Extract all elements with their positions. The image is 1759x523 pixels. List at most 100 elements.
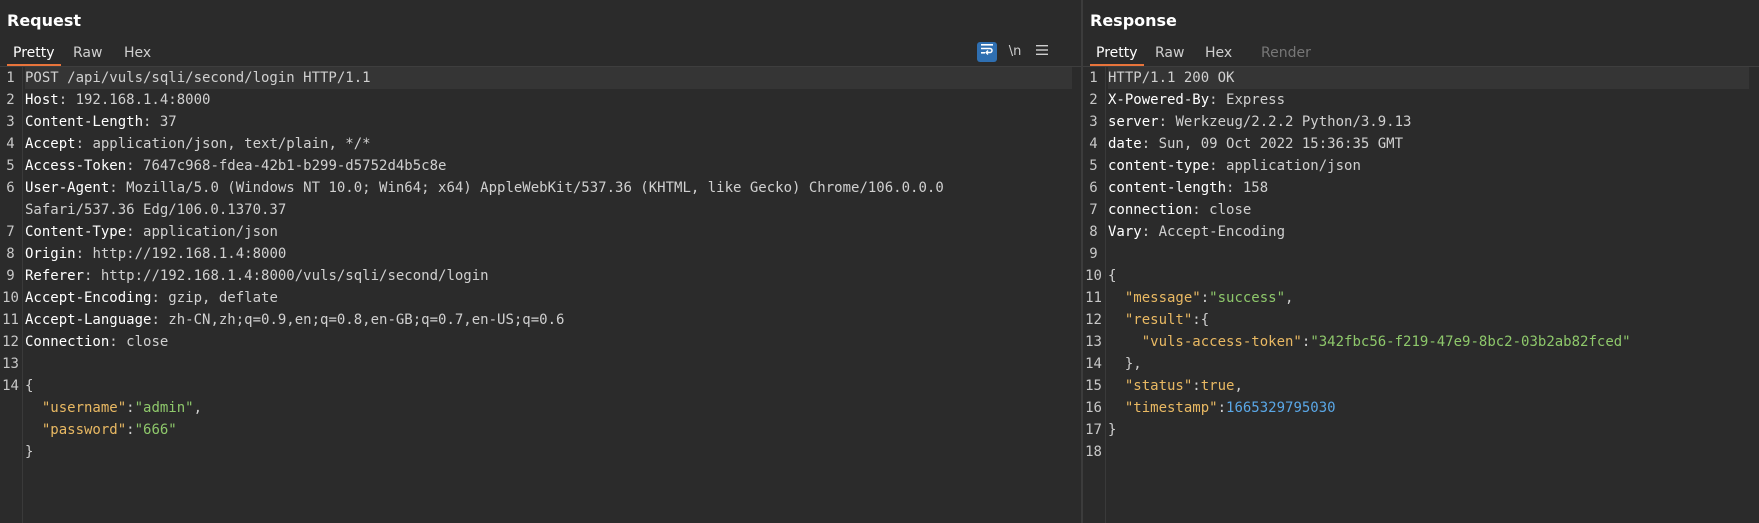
json-value: 1665329795030 [1226,400,1336,416]
line-text: User-Agent: Mozilla/5.0 (Windows NT 10.0… [25,177,1072,199]
header-value: Accept-Encoding [1158,224,1286,240]
request-lines: 1 POST /api/vuls/sqli/second/login HTTP/1… [0,67,1082,463]
header-name: User-Agent [25,180,110,196]
response-pane: Response Pretty Raw Hex Render 1 HTTP/1.1… [1083,0,1759,523]
header-value: gzip, deflate [168,290,278,306]
header-separator: : [151,290,169,306]
line-text: "timestamp":1665329795030 [1108,397,1749,419]
code-line: 11 "message":"success", [1083,287,1759,309]
line-text: content-type: application/json [1108,155,1749,177]
wrap-lines-icon[interactable] [977,42,997,62]
line-number: 9 [6,268,15,284]
tab-hex[interactable]: Hex [1199,42,1238,64]
code-line: 7 Content-Type: application/json [0,221,1082,243]
tab-raw[interactable]: Raw [67,42,108,64]
line-text: "status":true, [1108,375,1749,397]
code-line: 6 content-length: 158 [1083,177,1759,199]
code-line: 8 Origin: http://192.168.1.4:8000 [0,243,1082,265]
json-tail: , [193,400,203,416]
json-key: "password" [41,422,127,438]
line-content: Safari/537.36 Edg/106.0.1370.37 [25,202,287,218]
line-text: POST /api/vuls/sqli/second/login HTTP/1.… [25,67,1072,89]
line-text: Access-Token: 7647c968-fdea-42b1-b299-d5… [25,155,1072,177]
header-value: http://192.168.1.4:8000/vuls/sqli/second… [100,268,489,284]
line-number: 15 [1085,378,1102,394]
request-title: Request [7,11,82,30]
header-value: Werkzeug/2.2.2 Python/3.9.13 [1175,114,1412,130]
code-line: 11 Accept-Language: zh-CN,zh;q=0.9,en;q=0… [0,309,1082,331]
line-number: 18 [1085,444,1102,460]
header-separator: : [1141,224,1159,240]
line-text: Safari/537.36 Edg/106.0.1370.37 [25,199,1072,221]
request-pane: Request Pretty Raw Hex \n 1 POST /api/vul… [0,0,1082,523]
line-number: 5 [1089,158,1098,174]
header-separator: : [1141,136,1159,152]
code-line: 2 X-Powered-By: Express [1083,89,1759,111]
line-number: 12 [1085,312,1102,328]
code-line: 14 { [0,375,1082,397]
json-colon: : [1192,378,1201,394]
line-number: 8 [6,246,15,262]
response-editor[interactable]: 1 HTTP/1.1 200 OK 2 X-Powered-By: Express 3 s… [1083,67,1759,523]
json-key: "message" [1124,290,1201,306]
line-number: 2 [1089,92,1098,108]
json-value: "666" [134,422,177,438]
header-separator: : [1209,92,1227,108]
header-separator: : [84,268,101,284]
code-line: 4 date: Sun, 09 Oct 2022 15:36:35 GMT [1083,133,1759,155]
line-text: date: Sun, 09 Oct 2022 15:36:35 GMT [1108,133,1749,155]
json-value: "success" [1209,290,1286,306]
line-text: Connection: close [25,331,1072,353]
code-line: 10 { [1083,265,1759,287]
json-value: true [1200,378,1235,394]
json-value: "342fbc56-f219-47e9-8bc2-03b2ab82fced" [1310,334,1631,350]
header-separator: : [58,92,76,108]
line-text: Vary: Accept-Encoding [1108,221,1749,243]
line-number: 3 [6,114,15,130]
hamburger-menu-icon[interactable] [1032,42,1052,62]
tab-pretty[interactable]: Pretty [1090,42,1144,66]
line-text: server: Werkzeug/2.2.2 Python/3.9.13 [1108,111,1749,133]
line-text: Origin: http://192.168.1.4:8000 [25,243,1072,265]
code-line: 5 Access-Token: 7647c968-fdea-42b1-b299-d… [0,155,1082,177]
header-separator: : [143,114,160,130]
header-separator: : [1192,202,1210,218]
header-name: Connection [25,334,110,350]
code-line: 3 Content-Length: 37 [0,111,1082,133]
header-value: application/json, text/plain, */* [92,136,371,152]
line-number: 7 [1089,202,1098,218]
line-text: "password":"666" [25,419,1072,441]
header-value: close [126,334,169,350]
line-text: Accept: application/json, text/plain, */… [25,133,1072,155]
line-number: 13 [2,356,19,372]
show-newlines-toggle[interactable]: \n [1005,42,1025,62]
json-colon: : [126,422,135,438]
line-text: X-Powered-By: Express [1108,89,1749,111]
tab-render[interactable]: Render [1255,42,1317,64]
line-content: } [1108,422,1117,438]
request-editor[interactable]: 1 POST /api/vuls/sqli/second/login HTTP/1… [0,67,1082,523]
json-key: "username" [41,400,127,416]
code-line: 12 "result":{ [1083,309,1759,331]
header-separator: : [1158,114,1176,130]
header-name: date [1108,136,1142,152]
line-number: 1 [1089,70,1098,86]
line-text: content-length: 158 [1108,177,1749,199]
tab-raw[interactable]: Raw [1149,42,1190,64]
tab-pretty[interactable]: Pretty [7,42,61,66]
json-value: { [1200,312,1210,328]
line-number: 11 [1085,290,1102,306]
line-text: "message":"success", [1108,287,1749,309]
json-key: "status" [1124,378,1193,394]
tab-hex[interactable]: Hex [118,42,157,64]
header-separator: : [109,334,127,350]
json-colon: : [1192,312,1201,328]
line-number: 12 [2,334,19,350]
line-number: 10 [2,290,19,306]
header-separator: : [126,224,144,240]
line-text: "vuls-access-token":"342fbc56-f219-47e9-… [1108,331,1749,353]
